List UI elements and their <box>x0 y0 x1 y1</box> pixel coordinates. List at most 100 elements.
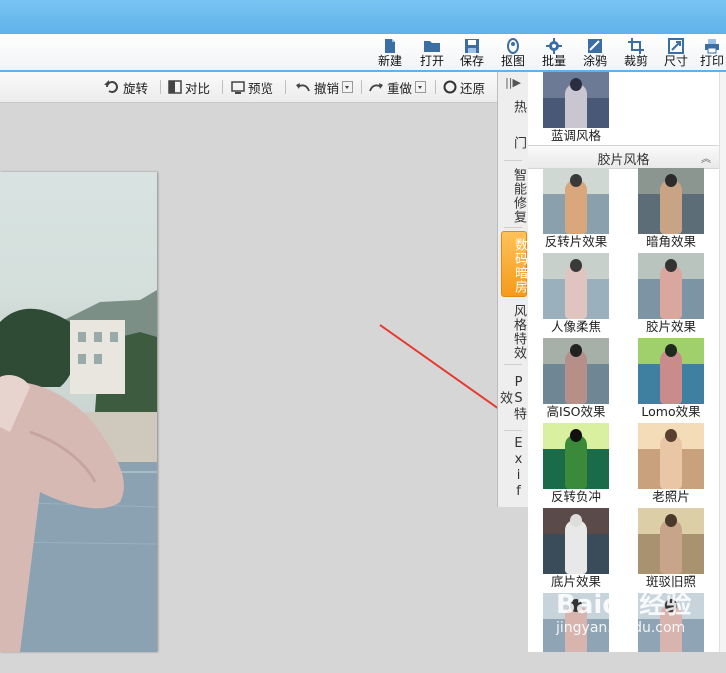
effect-label: 反转负冲 <box>550 489 601 504</box>
compare-icon <box>168 80 182 94</box>
effect-item[interactable]: 反转片效果 <box>531 168 621 249</box>
tab-separator <box>504 227 522 228</box>
effect-label: 暗角效果 <box>645 234 696 249</box>
effect-label: 人像柔焦 <box>550 319 601 334</box>
tab-ps-effects[interactable]: PS特效 <box>497 370 526 426</box>
effect-item-partial[interactable] <box>626 593 716 673</box>
graffiti-icon <box>588 39 602 53</box>
photo-scene <box>0 290 157 652</box>
cutout-button[interactable]: 抠图 <box>493 36 533 70</box>
open-button[interactable]: 打开 <box>412 36 452 70</box>
effect-thumbnail <box>543 423 609 489</box>
print-label: 打印 <box>699 54 724 68</box>
effect-item[interactable]: 反转负冲 <box>531 423 621 504</box>
preview-label: 预览 <box>248 80 274 96</box>
tab-smart-repair[interactable]: 智能修复 <box>501 168 526 224</box>
save-button[interactable]: 保存 <box>452 36 492 70</box>
category-tabs: ||▶ 热 门 智能修复 数码暗房 风格特效 PS特效 Exif <box>497 72 530 507</box>
effect-label: Lomo效果 <box>641 404 701 419</box>
effect-label: 高ISO效果 <box>546 404 606 419</box>
tab-separator <box>504 364 522 365</box>
restore-label: 还原 <box>460 80 486 96</box>
effect-label: 底片效果 <box>550 574 601 589</box>
separator <box>222 80 223 94</box>
redo-icon <box>369 83 383 92</box>
crop-label: 裁剪 <box>623 54 648 68</box>
open-folder-icon <box>424 41 440 52</box>
new-button[interactable]: 新建 <box>370 36 410 70</box>
tab-digital-darkroom[interactable]: 数码暗房 <box>501 231 527 297</box>
restore-circle-icon <box>443 80 457 94</box>
effect-thumbnail <box>638 423 704 489</box>
print-button[interactable]: 打印 <box>696 36 726 70</box>
rotate-icon <box>104 80 118 93</box>
preview-button[interactable]: 预览 <box>231 78 273 96</box>
effect-item[interactable]: 暗角效果 <box>626 168 716 249</box>
effect-item[interactable]: Lomo效果 <box>626 338 716 419</box>
undo-dropdown[interactable] <box>342 81 354 93</box>
redo-dropdown[interactable] <box>415 81 427 93</box>
redo-label: 重做 <box>387 80 413 96</box>
effect-item-partial[interactable] <box>531 593 621 673</box>
effect-thumbnail <box>543 593 609 652</box>
compare-label: 对比 <box>185 80 211 96</box>
panel-scrollbar[interactable] <box>719 72 726 652</box>
effect-item[interactable]: 高ISO效果 <box>531 338 621 419</box>
separator <box>285 80 286 94</box>
edited-photo <box>0 172 157 652</box>
redo-button[interactable]: 重做 <box>368 78 427 96</box>
effect-thumbnail <box>638 338 704 404</box>
compare-button[interactable]: 对比 <box>168 78 210 96</box>
effect-item[interactable]: 胶片效果 <box>626 253 716 334</box>
panel-toggle-button[interactable]: ||▶ <box>501 74 525 92</box>
batch-gear-icon <box>546 38 562 54</box>
open-label: 打开 <box>419 54 444 68</box>
tab-hot-2[interactable]: 门 <box>501 136 526 150</box>
tab-style-effects[interactable]: 风格特效 <box>501 304 526 360</box>
effect-label: 蓝调风格 <box>550 128 601 143</box>
resize-icon <box>668 38 684 54</box>
graffiti-button[interactable]: 涂鸦 <box>575 36 615 70</box>
effect-item[interactable]: 人像柔焦 <box>531 253 621 334</box>
title-bar <box>0 0 726 34</box>
graffiti-label: 涂鸦 <box>582 54 607 68</box>
effect-thumbnail <box>543 508 609 574</box>
batch-button[interactable]: 批量 <box>534 36 574 70</box>
separator <box>361 80 362 94</box>
undo-button[interactable]: 撤销 <box>295 78 354 96</box>
save-label: 保存 <box>459 54 484 68</box>
film-style-section-header[interactable]: 胶片风格 ︽ <box>528 145 719 169</box>
edit-toolbar: 旋转 对比 预览 撤销 重做 还原 <box>0 72 497 103</box>
printer-icon <box>705 39 719 54</box>
new-file-icon <box>385 39 395 53</box>
effect-item[interactable]: 老照片 <box>626 423 716 504</box>
crop-button[interactable]: 裁剪 <box>616 36 656 70</box>
effect-label: 老照片 <box>652 489 690 504</box>
cutout-label: 抠图 <box>500 54 525 68</box>
effect-blue-tone[interactable]: 蓝调风格 <box>531 72 621 152</box>
batch-label: 批量 <box>541 54 566 68</box>
separator <box>435 80 436 94</box>
tab-exif[interactable]: Exif <box>501 436 526 500</box>
rotate-button[interactable]: 旋转 <box>104 78 148 96</box>
separator <box>160 80 161 94</box>
effect-thumbnail <box>543 72 609 128</box>
undo-icon <box>296 83 310 92</box>
effect-thumbnail <box>543 253 609 319</box>
tab-hot[interactable]: 热 <box>501 100 526 114</box>
resize-button[interactable]: 尺寸 <box>656 36 696 70</box>
effect-thumbnail <box>543 338 609 404</box>
effect-thumbnail <box>638 168 704 234</box>
effect-label: 胶片效果 <box>645 319 696 334</box>
section-title: 胶片风格 <box>597 153 650 168</box>
crop-icon <box>628 38 644 54</box>
new-label: 新建 <box>377 54 402 68</box>
effect-item[interactable]: 底片效果 <box>531 508 621 589</box>
cutout-icon <box>507 38 519 54</box>
save-disk-icon <box>465 39 479 53</box>
collapse-chevron-icon: ︽ <box>701 154 711 165</box>
rotate-label: 旋转 <box>123 80 149 96</box>
restore-button[interactable]: 还原 <box>443 78 485 96</box>
resize-label: 尺寸 <box>663 54 688 68</box>
effect-item[interactable]: 斑驳旧照 <box>626 508 716 589</box>
